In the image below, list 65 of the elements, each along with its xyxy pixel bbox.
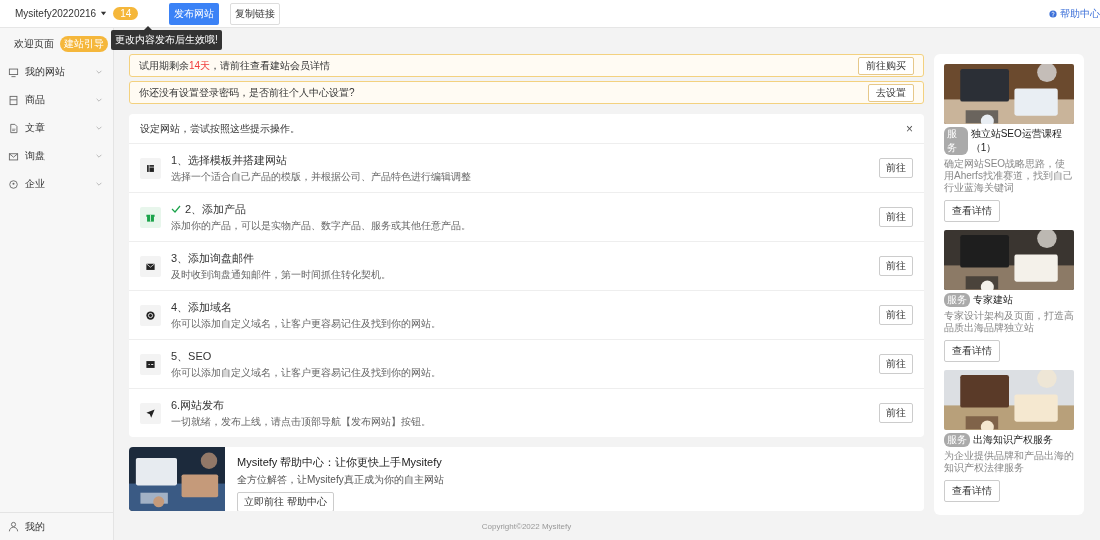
step-description: 你可以添加自定义域名，让客户更容易记住及找到你的网站。: [171, 365, 441, 380]
notice-button[interactable]: 前往购买: [858, 56, 914, 75]
notice-text: 试用期剩余14天，请前往查看建站会员详情: [139, 58, 331, 73]
seo-icon: [145, 358, 156, 370]
site-selector[interactable]: Mysitefy20220216: [15, 8, 108, 19]
service-tag: 服务: [944, 127, 968, 155]
box-icon: [8, 94, 19, 106]
notice-button[interactable]: 去设置: [868, 83, 914, 102]
card-description: 为企业提供品牌和产品出海的知识产权法律服务: [944, 450, 1074, 474]
count-badge: 14: [113, 7, 139, 20]
go-button[interactable]: 前往: [879, 158, 913, 178]
go-button[interactable]: 前往: [879, 354, 913, 374]
sidebar-item[interactable]: 文章: [0, 114, 113, 142]
card-title: 专家建站: [973, 293, 1013, 307]
location-icon: [8, 178, 19, 190]
step-description: 选择一个适合自己产品的模版，并根据公司、产品特色进行编辑调整: [171, 169, 471, 184]
step-description: 添加你的产品，可以是实物产品、数字产品、服务或其他任意产品。: [171, 218, 471, 233]
caret-icon: [100, 10, 108, 17]
user-icon: [8, 521, 19, 532]
mail-icon: [8, 150, 19, 162]
sidebar-item[interactable]: 商品: [0, 86, 113, 114]
step-title: 2、添加产品: [185, 201, 247, 217]
notice-text: 你还没有设置登录密码，是否前往个人中心设置?: [139, 85, 355, 100]
step-title: 5、SEO: [171, 348, 212, 364]
service-tag: 服务: [944, 433, 970, 447]
sidebar-item[interactable]: 我的: [0, 512, 113, 540]
card-description: 专家设计架构及页面，打造高品质出海品牌独立站: [944, 310, 1074, 334]
details-button[interactable]: 查看详情: [944, 480, 1000, 502]
card-title: 出海知识产权服务: [973, 433, 1053, 447]
sidebar-item[interactable]: 我的网站: [0, 58, 113, 86]
go-button[interactable]: 前往: [879, 305, 913, 325]
guide-badge: 建站引导: [60, 36, 108, 52]
help-icon: [1049, 9, 1057, 18]
service-tag: 服务: [944, 293, 970, 307]
monitor-icon: [8, 66, 19, 78]
banner-title: Mysitefy 帮助中心：让你更快上手Mysitefy: [237, 455, 442, 470]
send-icon: [145, 407, 156, 419]
help-center-button[interactable]: 立即前往 帮助中心: [237, 492, 334, 511]
card-title: 独立站SEO运营课程（1）: [970, 127, 1063, 155]
sidebar-item[interactable]: 欢迎页面 建站引导: [0, 30, 113, 58]
details-button[interactable]: 查看详情: [944, 340, 1000, 362]
step-title: 1、选择模板并搭建网站: [171, 152, 288, 168]
card-description: 确定网站SEO战略思路，使用Aherfs找准赛道，找到自己行业蓝海关键词: [944, 158, 1074, 194]
go-button[interactable]: 前往: [879, 207, 913, 227]
help-link[interactable]: 帮助中心: [1049, 6, 1100, 21]
step-title: 6.网站发布: [171, 397, 225, 413]
go-button[interactable]: 前往: [879, 403, 913, 423]
step-title: 4、添加域名: [171, 299, 233, 315]
close-button[interactable]: ×: [906, 121, 913, 136]
sidebar-item[interactable]: 企业: [0, 170, 113, 198]
copyright-text: Copyright©2022 Mysitefy: [481, 521, 572, 533]
banner-subtitle: 全方位解答，让Mysitefy真正成为你的自主网站: [237, 473, 444, 487]
domain-icon: [145, 309, 156, 321]
sidebar-item[interactable]: 询盘: [0, 142, 113, 170]
step-description: 及时收到询盘通知邮件，第一时间抓住转化契机。: [171, 267, 391, 282]
details-button[interactable]: 查看详情: [944, 200, 1000, 222]
go-button[interactable]: 前往: [879, 256, 913, 276]
document-icon: [8, 122, 19, 134]
layout-icon: [145, 162, 156, 174]
step-description: 你可以添加自定义域名，让客户更容易记住及找到你的网站。: [171, 316, 441, 331]
publish-button[interactable]: 发布网站: [169, 2, 220, 25]
guide-title: 设定网站，尝试按照这些提示操作。: [140, 121, 300, 136]
copy-link-button[interactable]: 复制链接: [230, 2, 281, 25]
step-description: 一切就绪，发布上线，请点击顶部导航【发布网站】按钮。: [171, 414, 431, 429]
step-title: 3、添加询盘邮件: [171, 250, 255, 266]
